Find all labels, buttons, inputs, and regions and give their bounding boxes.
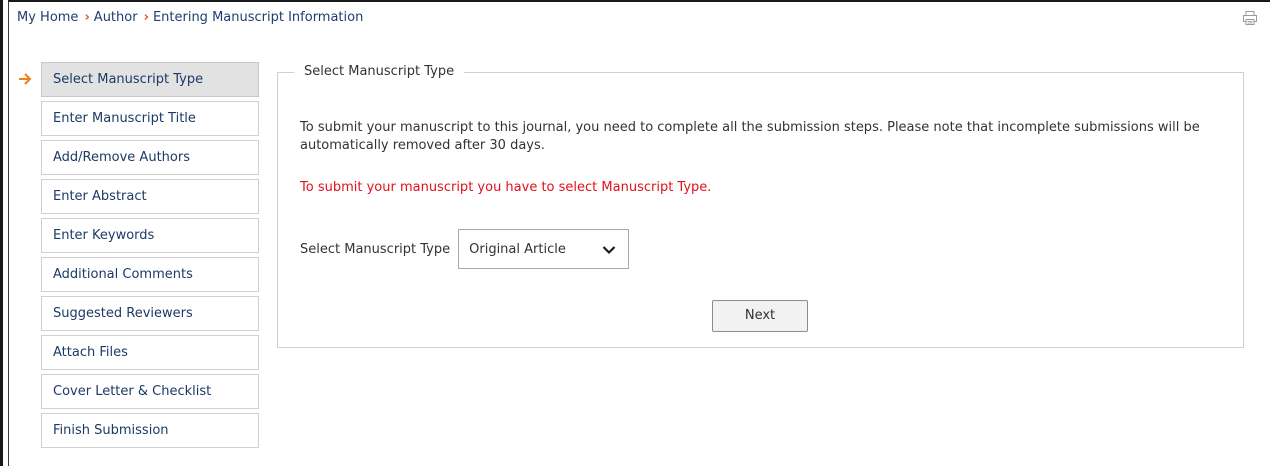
nav-item-select-manuscript-type: Select Manuscript Type	[17, 62, 260, 97]
printer-icon[interactable]	[1242, 10, 1258, 26]
step-cover-letter-checklist[interactable]: Cover Letter & Checklist	[41, 374, 259, 409]
nav-item-enter-abstract: Enter Abstract	[17, 179, 260, 214]
breadcrumb-current: Entering Manuscript Information	[152, 10, 364, 25]
breadcrumb-my-home[interactable]: My Home	[17, 10, 78, 25]
step-add-remove-authors[interactable]: Add/Remove Authors	[41, 140, 259, 175]
window-left-edge	[0, 0, 3, 466]
step-select-manuscript-type[interactable]: Select Manuscript Type	[41, 62, 259, 97]
nav-item-add-remove-authors: Add/Remove Authors	[17, 140, 260, 175]
step-enter-abstract[interactable]: Enter Abstract	[41, 179, 259, 214]
step-suggested-reviewers[interactable]: Suggested Reviewers	[41, 296, 259, 331]
panel-legend: Select Manuscript Type	[294, 64, 465, 79]
nav-item-suggested-reviewers: Suggested Reviewers	[17, 296, 260, 331]
step-attach-files[interactable]: Attach Files	[41, 335, 259, 370]
chevron-right-icon: ›	[84, 10, 90, 25]
step-additional-comments[interactable]: Additional Comments	[41, 257, 259, 292]
manuscript-type-field: Select Manuscript Type Original Article	[300, 229, 630, 269]
next-button[interactable]: Next	[712, 300, 808, 332]
nav-item-cover-letter-checklist: Cover Letter & Checklist	[17, 374, 260, 409]
step-finish-submission[interactable]: Finish Submission	[41, 413, 259, 448]
chevron-right-icon: ›	[143, 10, 149, 25]
nav-item-additional-comments: Additional Comments	[17, 257, 260, 292]
submission-steps-nav: Select Manuscript Type Enter Manuscript …	[17, 62, 260, 452]
manuscript-type-panel: Select Manuscript Type To submit your ma…	[277, 64, 1244, 348]
breadcrumb-author[interactable]: Author	[94, 10, 138, 25]
validation-warning: To submit your manuscript you have to se…	[300, 180, 712, 195]
breadcrumb: My Home › Author › Entering Manuscript Infor…	[17, 10, 363, 25]
nav-item-finish-submission: Finish Submission	[17, 413, 260, 448]
step-enter-keywords[interactable]: Enter Keywords	[41, 218, 259, 253]
intro-text: To submit your manuscript to this journa…	[300, 120, 1200, 153]
manuscript-type-selected-value: Original Article	[469, 241, 566, 257]
arrow-right-icon	[19, 73, 32, 85]
step-enter-manuscript-title[interactable]: Enter Manuscript Title	[41, 101, 259, 136]
manuscript-type-label: Select Manuscript Type	[300, 241, 451, 257]
nav-item-enter-keywords: Enter Keywords	[17, 218, 260, 253]
nav-item-enter-manuscript-title: Enter Manuscript Title	[17, 101, 260, 136]
nav-item-attach-files: Attach Files	[17, 335, 260, 370]
chevron-down-icon	[602, 246, 616, 255]
manuscript-type-select[interactable]: Original Article	[458, 229, 630, 269]
